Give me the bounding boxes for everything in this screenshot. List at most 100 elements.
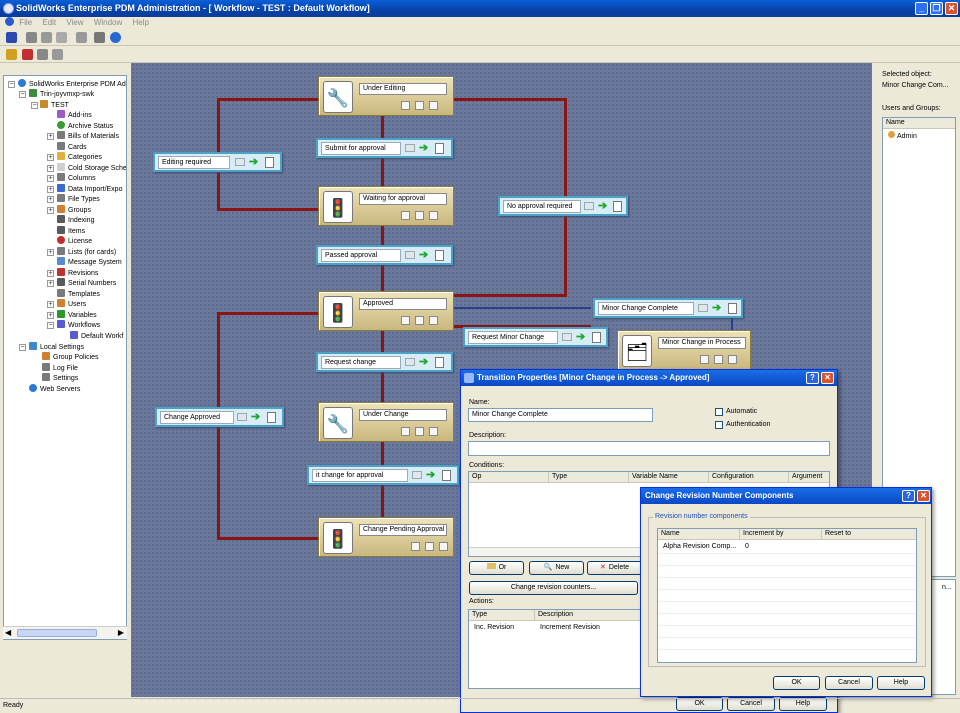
delete-button[interactable]: ✕ Delete: [587, 561, 642, 575]
tree-item-groups[interactable]: Groups: [57, 205, 91, 215]
tree-item-file-types[interactable]: File Types: [57, 194, 100, 204]
notify-icon[interactable]: [415, 101, 424, 110]
component-name-cell[interactable]: Alpha Revision Comp...: [660, 542, 736, 552]
transition-minor-change-complete[interactable]: Minor Change Complete ➔: [593, 298, 743, 318]
tree-expand-toggle[interactable]: +: [47, 301, 54, 308]
restore-button[interactable]: ❐: [930, 2, 943, 15]
permissions-icon[interactable]: [401, 101, 410, 110]
transition-submit-change-for-approval[interactable]: it change for approval ➔: [307, 465, 459, 485]
tree-item-root[interactable]: SolidWorks Enterprise PDM Ad: [18, 79, 126, 89]
dialog-help-button[interactable]: ?: [806, 372, 819, 384]
tree-item-bom[interactable]: Bills of Materials: [57, 131, 119, 141]
permissions-icon[interactable]: [401, 211, 410, 220]
revision-help-button[interactable]: Help: [877, 676, 925, 690]
notify-icon[interactable]: [425, 542, 434, 551]
tree-item-workflows[interactable]: Workflows: [57, 320, 100, 330]
tree-item-vault[interactable]: TEST: [40, 100, 69, 110]
tree-expand-toggle[interactable]: +: [47, 165, 54, 172]
authentication-checkbox[interactable]: [715, 421, 723, 429]
transition-no-approval-required[interactable]: No approval required ➔: [498, 196, 628, 216]
tree-item-columns[interactable]: Columns: [57, 173, 96, 183]
copy-icon[interactable]: [41, 32, 52, 43]
paste-icon[interactable]: [56, 32, 67, 43]
state-approved[interactable]: 🚦 Approved: [318, 291, 454, 331]
tree-collapse-toggle[interactable]: −: [19, 91, 26, 98]
properties-icon[interactable]: [439, 542, 448, 551]
save-icon[interactable]: [6, 32, 17, 43]
tree-collapse-toggle[interactable]: −: [19, 344, 26, 351]
tree-item-group-policies[interactable]: Group Policies: [42, 352, 99, 362]
dialog-close-button[interactable]: ✕: [917, 490, 930, 502]
add-state-icon[interactable]: [6, 49, 17, 60]
notify-icon[interactable]: [415, 211, 424, 220]
menu-file[interactable]: File: [19, 18, 32, 27]
new-button[interactable]: 🔍 New: [529, 561, 584, 575]
dialog-help-button[interactable]: ?: [902, 490, 915, 502]
tree-item-cold-storage[interactable]: Cold Storage Sche: [57, 163, 126, 173]
column-header-name[interactable]: Name: [883, 118, 955, 129]
tree-expand-toggle[interactable]: +: [47, 186, 54, 193]
tree-item-web-servers[interactable]: Web Servers: [29, 384, 80, 394]
name-field[interactable]: Minor Change Complete: [468, 408, 653, 422]
tree-item-users[interactable]: Users: [57, 299, 86, 309]
tree-item-message-system[interactable]: Message System: [57, 257, 122, 267]
tree-horizontal-scrollbar[interactable]: ◀ ▶: [3, 626, 127, 639]
menu-view[interactable]: View: [66, 18, 83, 27]
tree-item-data-import[interactable]: Data Import/Expo: [57, 184, 122, 194]
change-revision-counters-button[interactable]: Change revision counters...: [469, 581, 638, 595]
tree-expand-toggle[interactable]: +: [47, 175, 54, 182]
revision-ok-button[interactable]: OK: [773, 676, 820, 690]
tree-collapse-toggle[interactable]: −: [31, 102, 38, 109]
automatic-checkbox[interactable]: [715, 408, 723, 416]
tree-item-items[interactable]: Items: [57, 226, 85, 236]
help-icon[interactable]: [110, 32, 121, 43]
properties-icon[interactable]: [429, 427, 438, 436]
permissions-icon[interactable]: [411, 542, 420, 551]
action-type-cell[interactable]: Inc. Revision: [471, 623, 514, 633]
tree-expand-toggle[interactable]: +: [47, 312, 54, 319]
state-waiting-for-approval[interactable]: 🚦 Waiting for approval: [318, 186, 454, 226]
pointer-icon[interactable]: [37, 49, 48, 60]
tree-expand-toggle[interactable]: +: [47, 249, 54, 256]
tree-item-log-file[interactable]: Log File: [42, 363, 78, 373]
undo-icon[interactable]: [76, 32, 87, 43]
properties-icon[interactable]: [429, 101, 438, 110]
state-under-editing[interactable]: 🔧 Under Editing: [318, 76, 454, 116]
tree-item-serial-numbers[interactable]: Serial Numbers: [57, 278, 116, 288]
tree-item-indexing[interactable]: Indexing: [57, 215, 94, 225]
properties-icon[interactable]: [429, 211, 438, 220]
tree-item-categories[interactable]: Categories: [57, 152, 102, 162]
scroll-right-icon[interactable]: ▶: [118, 628, 124, 637]
revision-cancel-button[interactable]: Cancel: [825, 676, 873, 690]
state-minor-change-in-process[interactable]: 🗂 Minor Change in Process: [617, 330, 751, 370]
transition-change-approved[interactable]: Change Approved ➔: [155, 407, 284, 427]
tree-item-archive[interactable]: Archive Status: [57, 121, 113, 131]
transition-request-change[interactable]: Request change ➔: [316, 352, 453, 372]
tree-item-revisions[interactable]: Revisions: [57, 268, 98, 278]
scroll-left-icon[interactable]: ◀: [5, 628, 11, 637]
or-button[interactable]: Or: [469, 561, 524, 575]
app-menu-icon[interactable]: [5, 17, 14, 26]
dialog-close-button[interactable]: ✕: [821, 372, 834, 384]
tree-item-server[interactable]: Trin-joyvmxp-swk: [29, 89, 94, 99]
tree-item-cards[interactable]: Cards: [57, 142, 87, 152]
properties-icon[interactable]: [728, 355, 737, 364]
state-under-change[interactable]: 🔧 Under Change: [318, 402, 454, 442]
tree-expand-toggle[interactable]: +: [47, 133, 54, 140]
tree-collapse-toggle[interactable]: −: [8, 81, 15, 88]
properties-icon[interactable]: [429, 316, 438, 325]
tree-expand-toggle[interactable]: +: [47, 196, 54, 203]
menu-edit[interactable]: Edit: [42, 18, 56, 27]
tree-item-addins[interactable]: Add-ins: [57, 110, 92, 120]
transition-editing-required[interactable]: Editing required ➔: [153, 152, 282, 172]
tree-item-settings[interactable]: Settings: [42, 373, 78, 383]
tree-expand-toggle[interactable]: +: [47, 154, 54, 161]
tree-collapse-toggle[interactable]: −: [47, 322, 54, 329]
close-button[interactable]: ✕: [945, 2, 958, 15]
menu-window[interactable]: Window: [94, 18, 122, 27]
action-description-cell[interactable]: Increment Revision: [537, 623, 600, 633]
tree-item-license[interactable]: License: [57, 236, 92, 246]
tree-expand-toggle[interactable]: +: [47, 280, 54, 287]
increment-cell[interactable]: 0: [742, 542, 749, 552]
state-change-pending-approval[interactable]: 🚦 Change Pending Approval: [318, 517, 454, 557]
